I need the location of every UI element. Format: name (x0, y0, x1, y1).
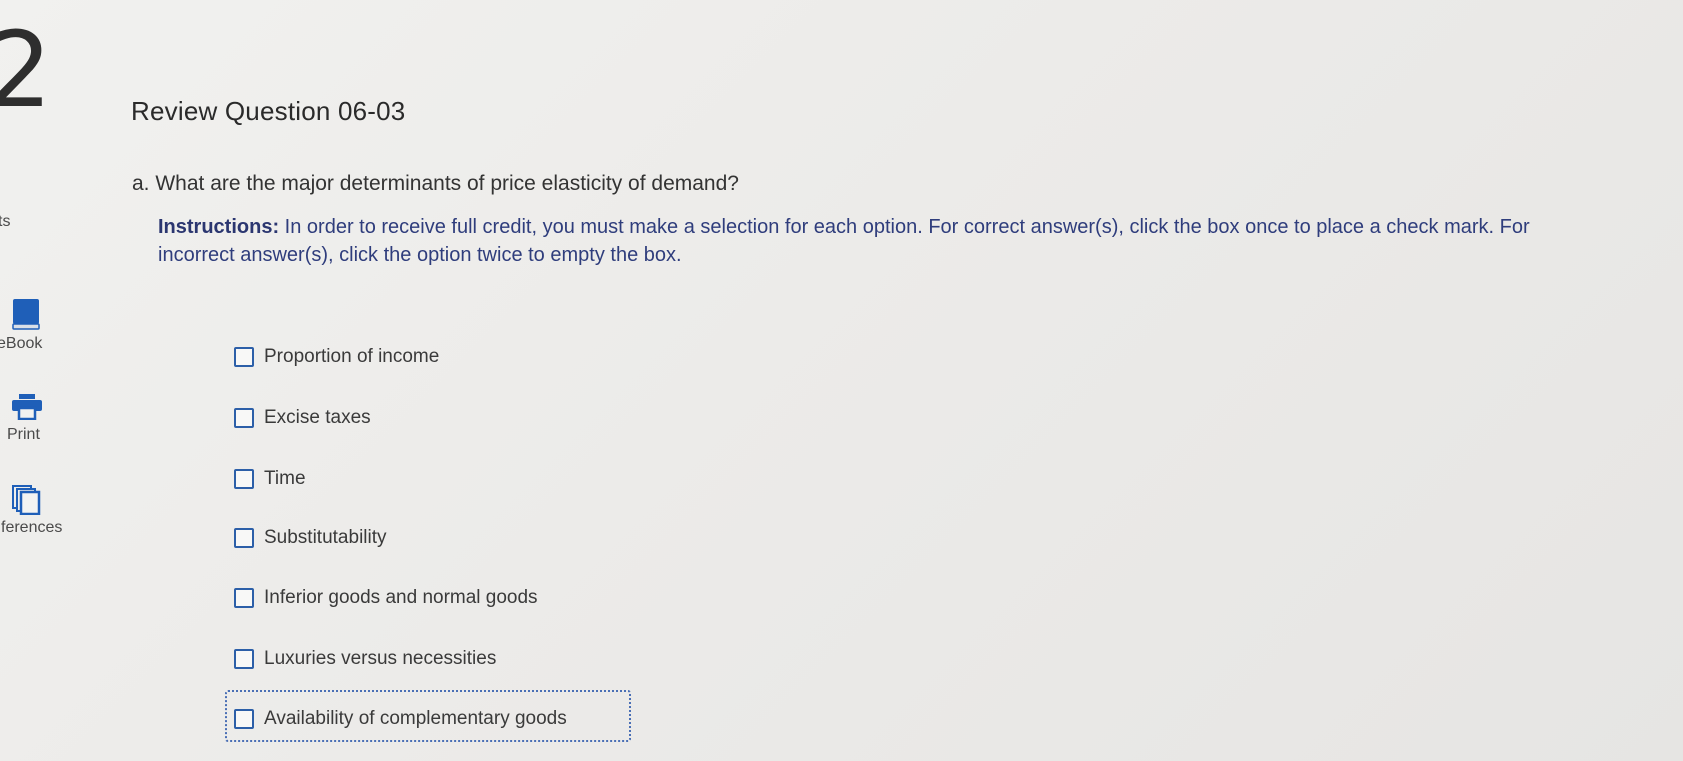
answer-option[interactable]: Proportion of income (234, 346, 439, 368)
option-label: Availability of complementary goods (264, 708, 567, 729)
answer-option[interactable]: Excise taxes (234, 407, 371, 429)
checkbox[interactable] (234, 588, 254, 608)
answer-option[interactable]: Substitutability (234, 527, 387, 549)
checkbox[interactable] (234, 528, 254, 548)
instructions-text: In order to receive full credit, you mus… (158, 216, 1530, 266)
sidebar-item-label: ferences (1, 519, 63, 536)
checkbox[interactable] (234, 408, 254, 428)
option-label: Excise taxes (264, 407, 371, 428)
checkbox[interactable] (234, 469, 254, 489)
answer-option[interactable]: Time (234, 468, 306, 490)
sidebar-item-label: eBook (0, 335, 43, 352)
checkbox[interactable] (234, 649, 254, 669)
question-text: a. What are the major determinants of pr… (132, 172, 739, 195)
checkbox[interactable] (234, 347, 254, 367)
option-label: Proportion of income (264, 346, 440, 367)
sidebar-item-label: Print (7, 426, 40, 443)
printer-icon (11, 394, 43, 425)
checkbox[interactable] (234, 709, 254, 729)
answer-option[interactable]: Luxuries versus necessities (234, 648, 496, 670)
option-label: Luxuries versus necessities (264, 648, 497, 669)
sidebar-fragment-label: ts (0, 213, 11, 230)
references-icon (12, 485, 42, 520)
option-label: Substitutability (264, 527, 387, 548)
answer-option[interactable]: Inferior goods and normal goods (234, 587, 538, 609)
answer-option[interactable]: Availability of complementary goods (234, 708, 567, 730)
instructions-label: Instructions: (158, 216, 280, 238)
question-number: 2 (0, 9, 53, 131)
option-label: Time (264, 468, 306, 489)
book-icon (11, 298, 41, 335)
page-title: Review Question 06-03 (131, 96, 406, 126)
option-label: Inferior goods and normal goods (264, 587, 538, 608)
instructions: Instructions: In order to receive full c… (158, 213, 1538, 269)
